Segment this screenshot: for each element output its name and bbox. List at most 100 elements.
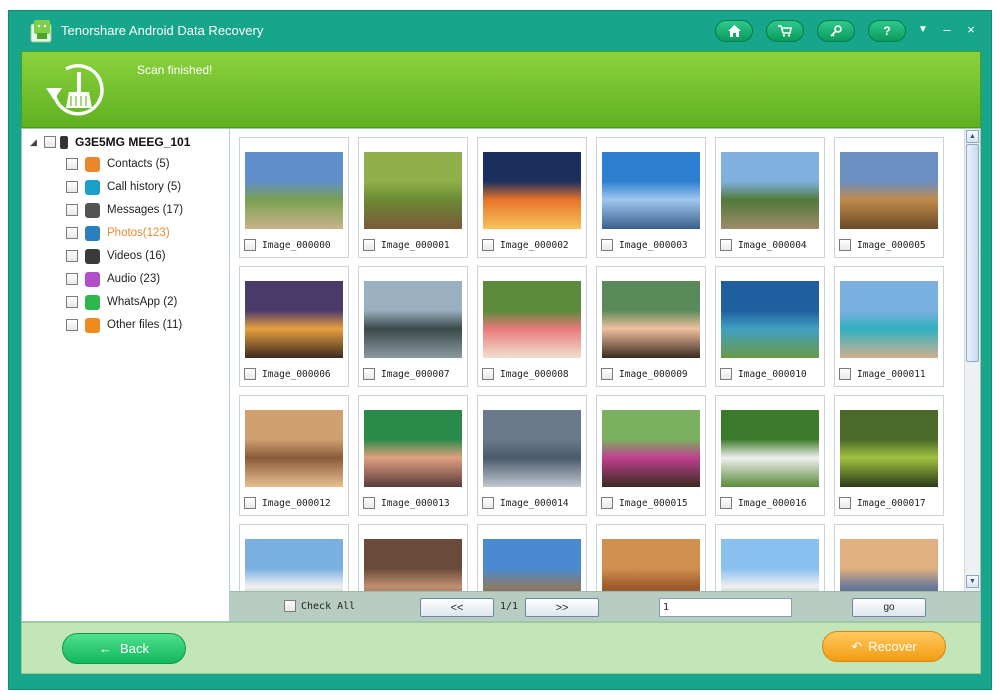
- photo-preview[interactable]: [483, 539, 581, 591]
- sidebar-item[interactable]: Messages (17): [66, 201, 183, 219]
- photo-checkbox[interactable]: [482, 239, 494, 251]
- photo-thumbnail[interactable]: Image_000015: [596, 395, 706, 516]
- sidebar-item-checkbox[interactable]: [66, 296, 78, 308]
- photo-preview[interactable]: [364, 410, 462, 487]
- photo-preview[interactable]: [245, 539, 343, 591]
- sidebar-item-checkbox[interactable]: [66, 227, 78, 239]
- sidebar-item[interactable]: WhatsApp (2): [66, 293, 177, 311]
- photo-thumbnail[interactable]: Image_000012: [239, 395, 349, 516]
- photo-preview[interactable]: [721, 539, 819, 591]
- photo-checkbox[interactable]: [244, 239, 256, 251]
- sidebar-item[interactable]: Videos (16): [66, 247, 166, 265]
- photo-thumbnail[interactable]: [477, 524, 587, 591]
- expand-triangle-icon[interactable]: ◢: [30, 137, 40, 148]
- photo-thumbnail[interactable]: Image_000003: [596, 137, 706, 258]
- photo-checkbox[interactable]: [601, 239, 613, 251]
- photo-checkbox[interactable]: [363, 368, 375, 380]
- sidebar-item[interactable]: Call history (5): [66, 178, 181, 196]
- photo-checkbox[interactable]: [601, 497, 613, 509]
- go-button[interactable]: go: [852, 598, 926, 617]
- photo-preview[interactable]: [721, 410, 819, 487]
- photo-preview[interactable]: [840, 152, 938, 229]
- photo-thumbnail[interactable]: Image_000006: [239, 266, 349, 387]
- sidebar-item-checkbox[interactable]: [66, 158, 78, 170]
- recover-button[interactable]: ↶ Recover: [822, 631, 946, 662]
- photo-checkbox[interactable]: [482, 497, 494, 509]
- home-button[interactable]: [715, 20, 753, 42]
- close-button[interactable]: ×: [963, 22, 979, 37]
- photo-thumbnail[interactable]: Image_000014: [477, 395, 587, 516]
- menu-dropdown-icon[interactable]: ▼: [915, 24, 931, 35]
- sidebar-item[interactable]: Contacts (5): [66, 155, 170, 173]
- photo-thumbnail[interactable]: Image_000001: [358, 137, 468, 258]
- sidebar-item-checkbox[interactable]: [66, 273, 78, 285]
- photo-preview[interactable]: [602, 281, 700, 358]
- scroll-thumb[interactable]: [966, 144, 979, 362]
- photo-thumbnail[interactable]: Image_000008: [477, 266, 587, 387]
- photo-checkbox[interactable]: [363, 239, 375, 251]
- sidebar-item-checkbox[interactable]: [66, 319, 78, 331]
- prev-page-button[interactable]: <<: [420, 598, 494, 617]
- photo-preview[interactable]: [483, 410, 581, 487]
- photo-checkbox[interactable]: [363, 497, 375, 509]
- photo-preview[interactable]: [364, 152, 462, 229]
- photo-checkbox[interactable]: [720, 239, 732, 251]
- photo-preview[interactable]: [483, 281, 581, 358]
- photo-thumbnail[interactable]: [715, 524, 825, 591]
- photo-thumbnail[interactable]: Image_000010: [715, 266, 825, 387]
- photo-preview[interactable]: [840, 281, 938, 358]
- scroll-down-icon[interactable]: ▼: [966, 575, 979, 588]
- photo-preview[interactable]: [364, 539, 462, 591]
- photo-checkbox[interactable]: [839, 497, 851, 509]
- photo-thumbnail[interactable]: Image_000011: [834, 266, 944, 387]
- register-button[interactable]: [817, 20, 855, 42]
- photo-preview[interactable]: [602, 152, 700, 229]
- photo-checkbox[interactable]: [244, 368, 256, 380]
- photo-thumbnail[interactable]: Image_000005: [834, 137, 944, 258]
- photo-checkbox[interactable]: [839, 368, 851, 380]
- photo-checkbox[interactable]: [839, 239, 851, 251]
- store-button[interactable]: [766, 20, 804, 42]
- sidebar-item-checkbox[interactable]: [66, 204, 78, 216]
- photo-thumbnail[interactable]: [358, 524, 468, 591]
- sidebar-item-checkbox[interactable]: [66, 181, 78, 193]
- sidebar-item[interactable]: Other files (11): [66, 316, 182, 334]
- photo-thumbnail[interactable]: [239, 524, 349, 591]
- minimize-button[interactable]: –: [939, 22, 955, 37]
- photo-thumbnail[interactable]: Image_000004: [715, 137, 825, 258]
- photo-preview[interactable]: [602, 410, 700, 487]
- check-all-checkbox[interactable]: [284, 600, 296, 612]
- photo-preview[interactable]: [245, 152, 343, 229]
- photo-thumbnail[interactable]: Image_000002: [477, 137, 587, 258]
- photo-preview[interactable]: [721, 281, 819, 358]
- photo-preview[interactable]: [483, 152, 581, 229]
- photo-checkbox[interactable]: [244, 497, 256, 509]
- sidebar-item[interactable]: Audio (23): [66, 270, 160, 288]
- scroll-up-icon[interactable]: ▲: [966, 130, 979, 143]
- photo-preview[interactable]: [602, 539, 700, 591]
- next-page-button[interactable]: >>: [525, 598, 599, 617]
- help-button[interactable]: ?: [868, 20, 906, 42]
- photo-thumbnail[interactable]: Image_000016: [715, 395, 825, 516]
- photo-thumbnail[interactable]: Image_000017: [834, 395, 944, 516]
- photo-preview[interactable]: [840, 539, 938, 591]
- photo-thumbnail[interactable]: [834, 524, 944, 591]
- photo-preview[interactable]: [840, 410, 938, 487]
- photo-checkbox[interactable]: [720, 497, 732, 509]
- photo-checkbox[interactable]: [482, 368, 494, 380]
- sidebar-item-checkbox[interactable]: [66, 250, 78, 262]
- photo-preview[interactable]: [245, 281, 343, 358]
- tree-root-device[interactable]: ◢ G3E5MG MEEG_101: [30, 133, 190, 151]
- photo-thumbnail[interactable]: [596, 524, 706, 591]
- photo-thumbnail[interactable]: Image_000013: [358, 395, 468, 516]
- back-button[interactable]: ← Back: [62, 633, 186, 664]
- device-checkbox[interactable]: [44, 136, 56, 148]
- check-all-control[interactable]: Check All: [284, 600, 355, 612]
- photo-preview[interactable]: [364, 281, 462, 358]
- photo-checkbox[interactable]: [601, 368, 613, 380]
- photo-preview[interactable]: [721, 152, 819, 229]
- sidebar-item[interactable]: Photos(123): [66, 224, 170, 242]
- photo-preview[interactable]: [245, 410, 343, 487]
- photo-thumbnail[interactable]: Image_000000: [239, 137, 349, 258]
- vertical-scrollbar[interactable]: ▲ ▼: [964, 129, 980, 591]
